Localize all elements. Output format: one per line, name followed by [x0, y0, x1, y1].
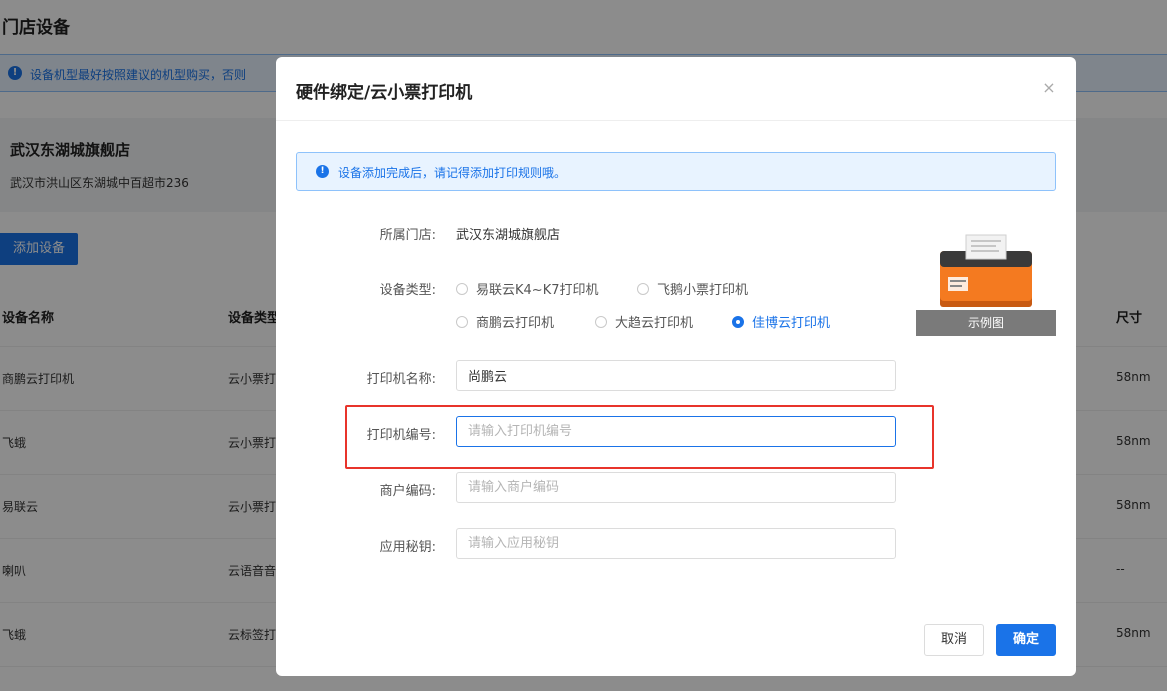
device-type-label: 设备类型:: [379, 283, 436, 298]
radio-label: 佳博云打印机: [752, 316, 831, 331]
example-caption: 示例图: [916, 310, 1056, 336]
printer-sn-input[interactable]: [456, 416, 896, 447]
modal-title: 硬件绑定/云小票打印机: [296, 83, 473, 103]
radio-feie[interactable]: 飞鹅小票打印机: [637, 279, 749, 298]
alert-text: 设备添加完成后，请记得添加打印规则哦。: [338, 166, 567, 180]
radio-circle-icon: [595, 316, 607, 328]
confirm-button[interactable]: 确定: [996, 624, 1056, 656]
info-icon: !: [316, 165, 329, 178]
merchant-code-input[interactable]: [456, 472, 896, 503]
close-icon[interactable]: ×: [1038, 77, 1060, 99]
radio-circle-icon: [456, 316, 468, 328]
radio-checked-icon: [732, 316, 744, 328]
radio-label: 易联云K4~K7打印机: [476, 283, 599, 298]
merchant-code-label: 商户编码:: [379, 484, 436, 499]
store-value: 武汉东湖城旗舰店: [456, 228, 561, 243]
radio-yilianyun[interactable]: 易联云K4~K7打印机: [456, 279, 599, 298]
hardware-bind-modal: 硬件绑定/云小票打印机 × ! 设备添加完成后，请记得添加打印规则哦。 所属门店…: [276, 57, 1076, 676]
radio-circle-icon: [637, 283, 649, 295]
info-alert: ! 设备添加完成后，请记得添加打印规则哦。: [296, 152, 1056, 191]
cancel-button[interactable]: 取消: [924, 624, 984, 656]
printer-sn-label: 打印机编号:: [366, 428, 436, 443]
app-secret-label: 应用秘钥:: [379, 540, 436, 555]
printer-name-label: 打印机名称:: [366, 372, 436, 387]
printer-name-input[interactable]: [456, 360, 896, 391]
radio-circle-icon: [456, 283, 468, 295]
radio-daqu[interactable]: 大趋云打印机: [595, 312, 694, 331]
store-label: 所属门店:: [379, 228, 436, 243]
modal-header: 硬件绑定/云小票打印机 ×: [276, 57, 1076, 121]
printer-icon: [940, 234, 1032, 307]
app-secret-input[interactable]: [456, 528, 896, 559]
radio-label: 大趋云打印机: [615, 316, 694, 331]
radio-label: 飞鹅小票打印机: [657, 283, 749, 298]
radio-jiabo[interactable]: 佳博云打印机: [732, 312, 831, 331]
example-image: 示例图: [916, 229, 1056, 336]
radio-label: 商鹏云打印机: [476, 316, 555, 331]
radio-shangpeng[interactable]: 商鹏云打印机: [456, 312, 555, 331]
